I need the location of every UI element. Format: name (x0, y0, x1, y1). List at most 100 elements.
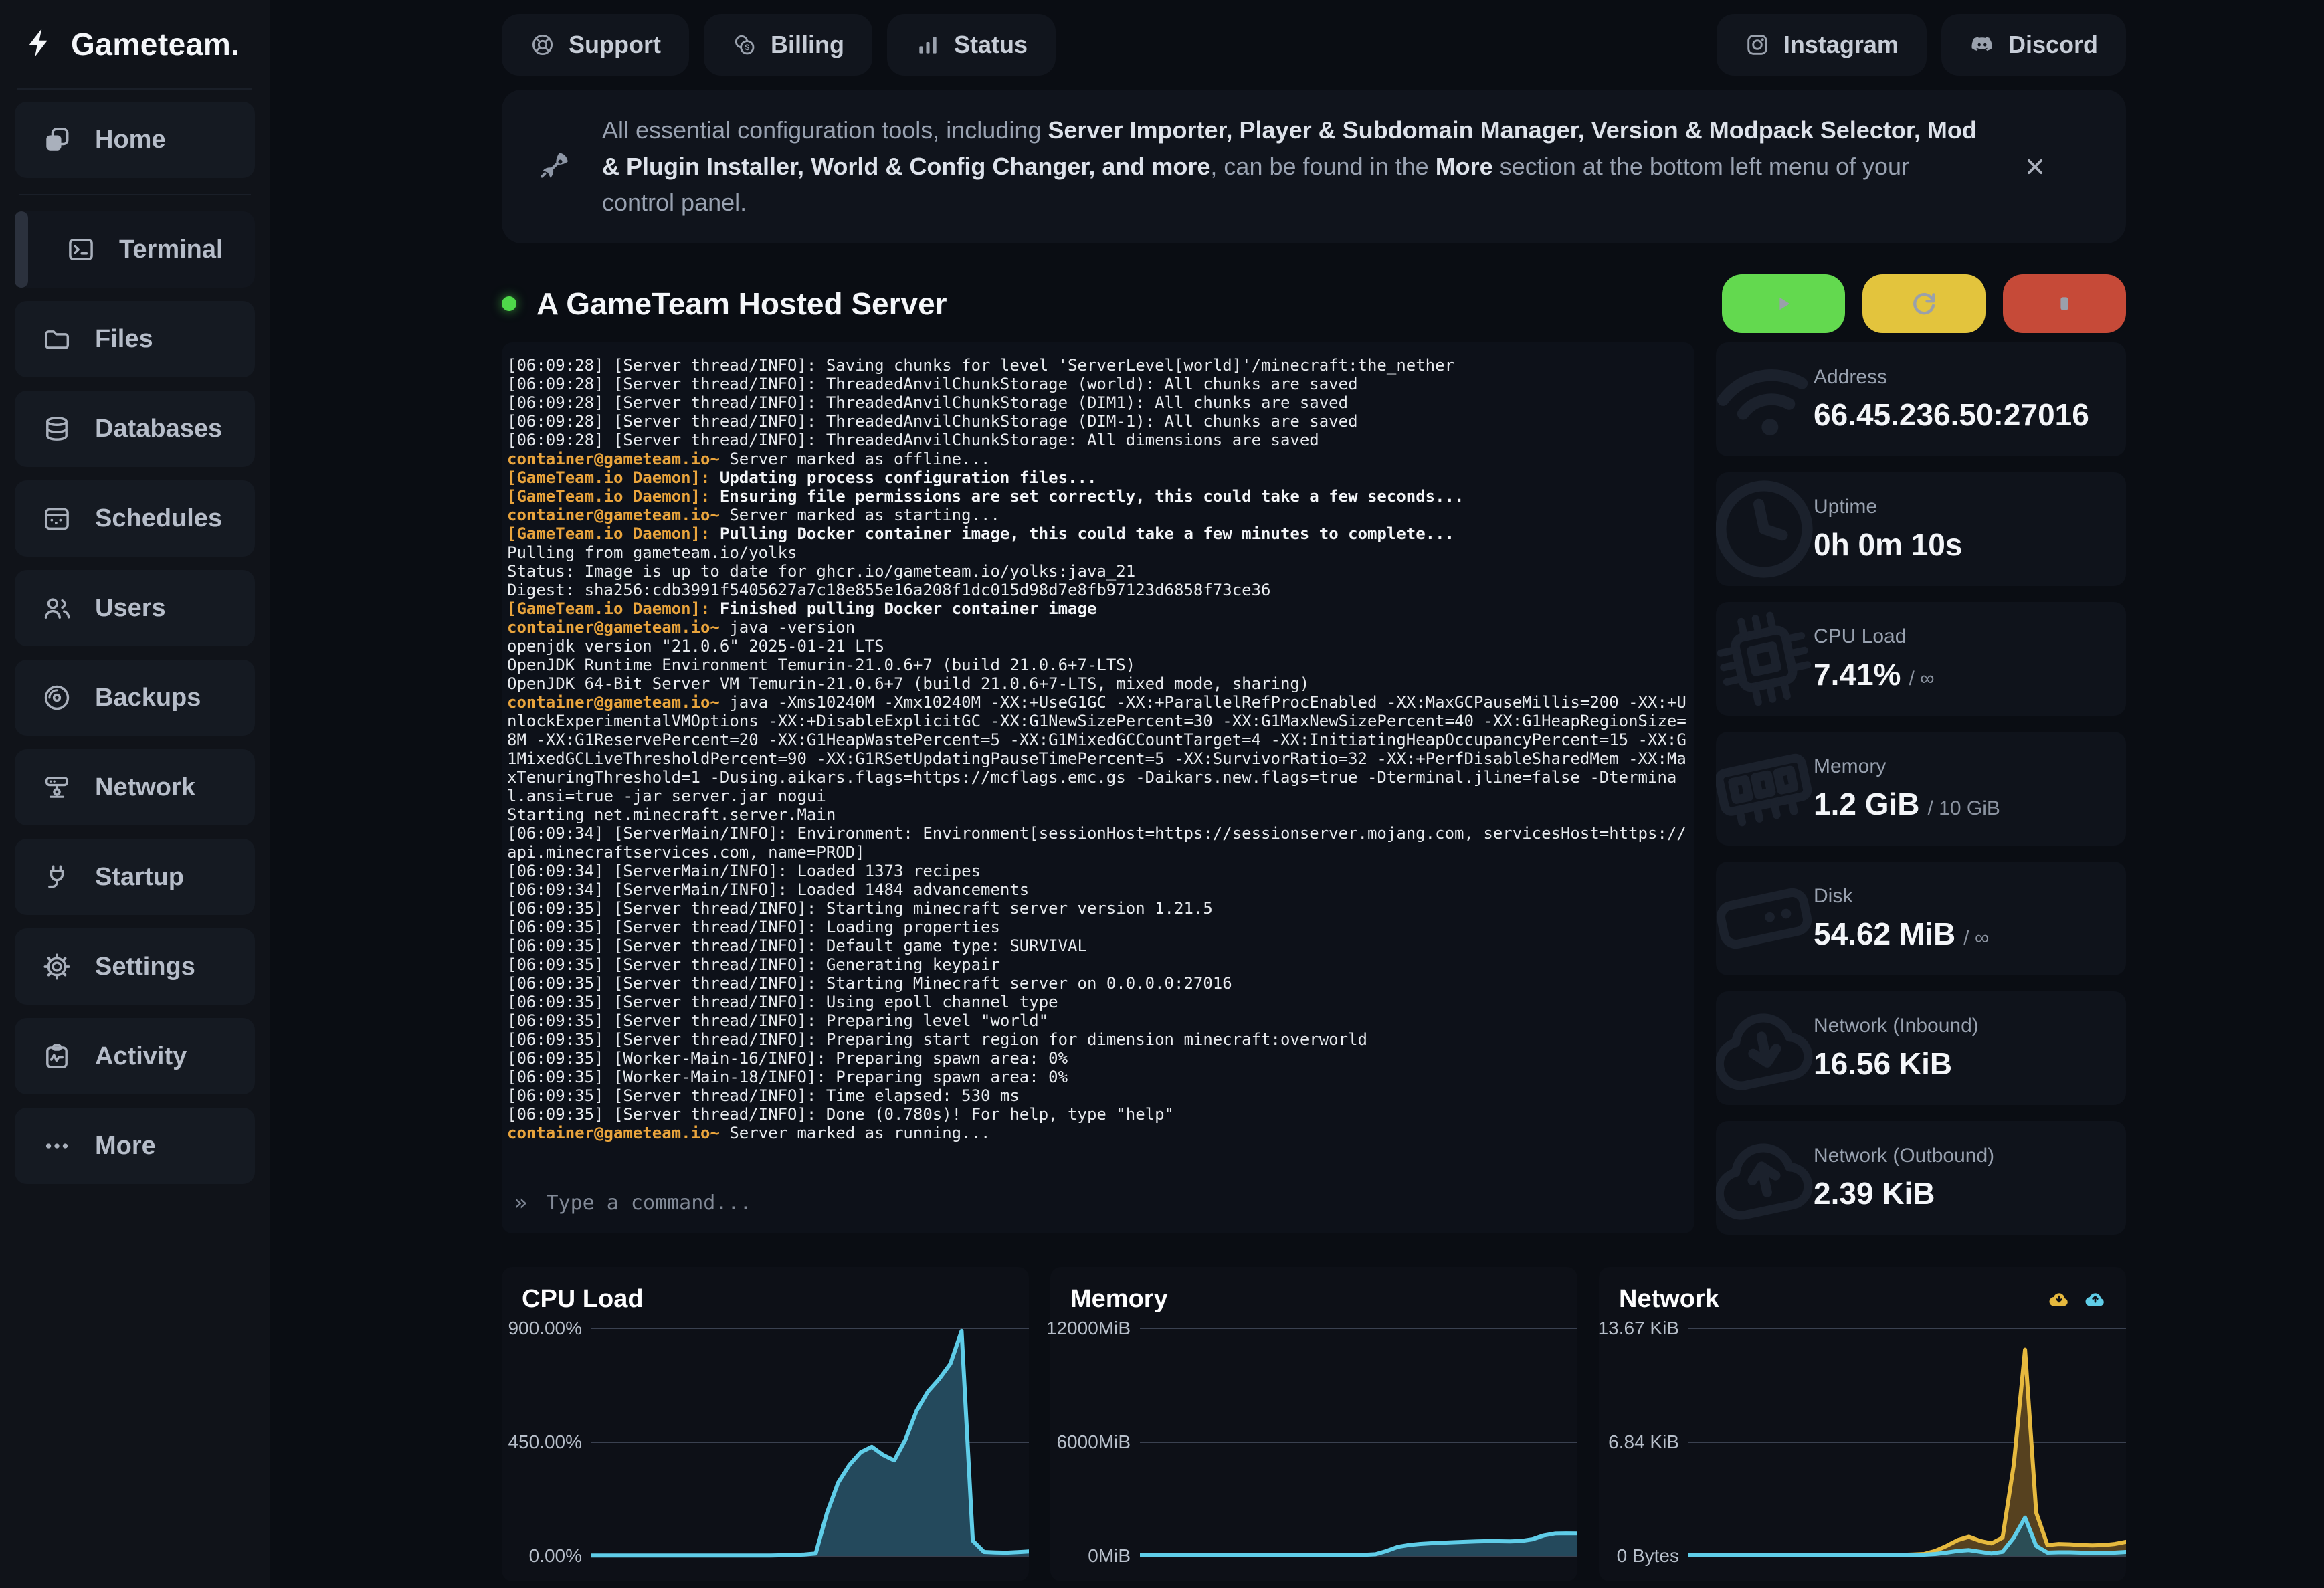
y-axis-tick: 0.00% (529, 1545, 582, 1567)
stat-card-memory: Memory1.2 GiB/ 10 GiB (1716, 732, 2126, 846)
stat-value: 7.41%/ ∞ (1814, 656, 1935, 692)
log-line: [06:09:35] [Server thread/INFO]: Loading… (507, 918, 1689, 936)
sidebar-item-files[interactable]: Files (15, 301, 255, 377)
log-segment: OpenJDK Runtime Environment Temurin-21.0… (507, 656, 1135, 674)
stat-card-cpu-load: CPU Load 7.41%/ ∞ (1716, 602, 2126, 716)
stat-card-network-inbound: Network (Inbound)16.56 KiB (1716, 991, 2126, 1105)
log-segment: container@gameteam.io~ (507, 618, 720, 637)
log-segment: [06:09:35] [Server thread/INFO]: Time el… (507, 1086, 1020, 1105)
sidebar-item-home[interactable]: Home (15, 102, 255, 178)
chart-legend (2047, 1287, 2107, 1311)
log-line: [06:09:28] [Server thread/INFO]: Saving … (507, 356, 1689, 375)
topnav-social: InstagramDiscord (1717, 14, 2126, 76)
log-segment: Digest: sha256:cdb3991f5405627a7c18e855e… (507, 581, 1271, 599)
instagram-icon (1745, 32, 1770, 58)
play-icon (1767, 288, 1800, 320)
sidebar-item-label: Schedules (95, 504, 222, 533)
log-segment: [06:09:34] [ServerMain/INFO]: Environmen… (507, 824, 1686, 862)
sidebar-item-label: Home (95, 126, 166, 155)
log-line: [06:09:34] [ServerMain/INFO]: Environmen… (507, 824, 1689, 862)
log-segment: [06:09:35] [Worker-Main-16/INFO]: Prepar… (507, 1049, 1068, 1068)
log-line: [06:09:35] [Server thread/INFO]: Startin… (507, 974, 1689, 993)
topnav-links: Support$Billing Status (502, 14, 1056, 76)
terminal-console: [06:09:28] [Server thread/INFO]: Saving … (502, 342, 1694, 1233)
brand-name: Gameteam. (71, 26, 240, 62)
topnav-support-button[interactable]: Support (502, 14, 689, 76)
sidebar-item-network[interactable]: Network (15, 749, 255, 825)
chart-head: CPU Load (522, 1283, 1029, 1315)
log-line: [06:09:35] [Server thread/INFO]: Default… (507, 936, 1689, 955)
log-segment: [06:09:35] [Server thread/INFO]: Startin… (507, 974, 1232, 993)
close-icon (2022, 153, 2048, 180)
chart-plot (591, 1320, 1029, 1565)
banner-segment: More (1436, 153, 1493, 180)
log-segment: Ensuring file permissions are set correc… (710, 487, 1464, 506)
chart-area: 12000MiB6000MiB0MiB (1070, 1320, 1577, 1565)
stop-server-button[interactable] (2003, 274, 2126, 333)
sidebar-item-settings[interactable]: Settings (15, 928, 255, 1005)
stat-body: Disk 54.62 MiB/ ∞ (1814, 885, 1989, 952)
stat-label: Network (Outbound) (1814, 1145, 1994, 1167)
stat-label: Disk (1814, 885, 1989, 908)
y-axis-tick: 450.00% (508, 1431, 582, 1453)
log-line: [06:09:35] [Server thread/INFO]: Using e… (507, 993, 1689, 1011)
topnav-label: Status (954, 31, 1028, 59)
terminal-icon (66, 234, 96, 265)
sidebar-item-terminal[interactable]: Terminal (15, 211, 255, 288)
rocket-icon (537, 148, 574, 185)
sidebar-item-startup[interactable]: Startup (15, 839, 255, 915)
stat-value: 54.62 MiB/ ∞ (1814, 916, 1989, 952)
log-segment: [GameTeam.io Daemon]: (507, 599, 710, 618)
restart-server-button[interactable] (1862, 274, 1986, 333)
sidebar-item-databases[interactable]: Databases (15, 391, 255, 467)
legend-inbound-toggle[interactable] (2047, 1287, 2071, 1311)
y-axis-tick: 0MiB (1088, 1545, 1131, 1567)
brand-logo[interactable]: Gameteam. (0, 0, 270, 88)
y-axis: 900.00%450.00%0.00% (522, 1320, 591, 1565)
topnav-discord-button[interactable]: Discord (1941, 14, 2126, 76)
sidebar-item-schedules[interactable]: Schedules (15, 480, 255, 557)
network-icon (41, 772, 72, 803)
top-bar: Support$Billing Status InstagramDiscord (502, 0, 2126, 90)
command-input[interactable] (545, 1191, 1689, 1215)
log-line: container@gameteam.io~ Server marked as … (507, 1124, 1689, 1143)
topnav-instagram-button[interactable]: Instagram (1717, 14, 1927, 76)
stat-body: CPU Load 7.41%/ ∞ (1814, 625, 1935, 692)
log-segment: [GameTeam.io Daemon]: (507, 468, 710, 487)
sidebar-nav: Home Terminal Files Databases Schedules Users… (0, 90, 270, 1196)
log-segment: [06:09:28] [Server thread/INFO]: Threade… (507, 431, 1319, 450)
stat-value-text: 54.62 MiB (1814, 916, 1955, 952)
y-axis-tick: 0 Bytes (1617, 1545, 1679, 1567)
chart-title: Memory (1070, 1285, 1168, 1314)
console-log[interactable]: [06:09:28] [Server thread/INFO]: Saving … (507, 356, 1689, 1171)
ellipsis-icon (41, 1130, 72, 1161)
sidebar-item-activity[interactable]: Activity (15, 1018, 255, 1094)
log-line: [06:09:35] [Server thread/INFO]: Prepari… (507, 1011, 1689, 1030)
log-line: [GameTeam.io Daemon]: Finished pulling D… (507, 599, 1689, 618)
stat-value[interactable]: 66.45.236.50:27016 (1814, 397, 2089, 433)
start-server-button[interactable] (1722, 274, 1845, 333)
log-line: container@gameteam.io~ java -Xms10240M -… (507, 693, 1689, 805)
log-segment: [06:09:28] [Server thread/INFO]: Saving … (507, 356, 1454, 375)
legend-outbound-toggle[interactable] (2083, 1287, 2107, 1311)
topnav-billing-button[interactable]: $Billing (704, 14, 872, 76)
topnav-status-button[interactable]: Status (887, 14, 1056, 76)
log-segment: Pulling from gameteam.io/yolks (507, 543, 797, 562)
chart-memory: Memory 12000MiB6000MiB0MiB (1050, 1267, 1577, 1581)
log-segment: [06:09:35] [Server thread/INFO]: Default… (507, 936, 1087, 955)
lifebuoy-icon (530, 32, 555, 58)
stat-label: CPU Load (1814, 625, 1935, 648)
sidebar-item-backups[interactable]: Backups (15, 660, 255, 736)
network-icon (41, 772, 72, 803)
sidebar-item-users[interactable]: Users (15, 570, 255, 646)
sidebar: Gameteam. Home Terminal Files Databases Sche… (0, 0, 270, 1588)
log-segment: [06:09:28] [Server thread/INFO]: Threade… (507, 412, 1358, 431)
log-segment: [06:09:35] [Server thread/INFO]: Generat… (507, 955, 1000, 974)
log-segment: java -version (720, 618, 855, 637)
sidebar-item-more[interactable]: More (15, 1108, 255, 1184)
y-axis-tick: 6000MiB (1056, 1431, 1131, 1453)
sidebar-item-label: Terminal (119, 235, 223, 264)
log-line: [GameTeam.io Daemon]: Pulling Docker con… (507, 524, 1689, 543)
banner-close-button[interactable] (2015, 146, 2055, 187)
y-axis-tick: 12000MiB (1046, 1318, 1131, 1339)
